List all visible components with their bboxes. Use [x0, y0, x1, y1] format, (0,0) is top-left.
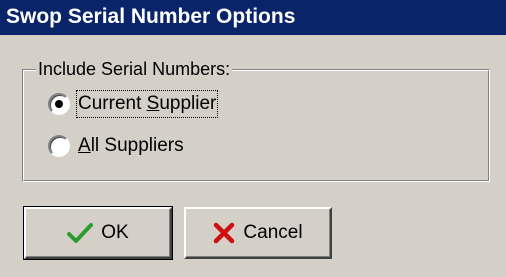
groupbox-label: Include Serial Numbers: — [36, 58, 233, 80]
radio-button[interactable] — [48, 135, 70, 157]
radio-current-supplier-label[interactable]: Current Supplier — [75, 90, 219, 118]
label-mnemonic: A — [78, 135, 91, 156]
radio-button[interactable] — [48, 93, 70, 115]
serial-numbers-groupbox — [22, 69, 490, 182]
window-title: Swop Serial Number Options — [6, 5, 296, 28]
radio-all-suppliers-label[interactable]: All Suppliers — [78, 134, 184, 158]
title-bar[interactable]: Swop Serial Number Options — [0, 0, 506, 35]
radio-all-suppliers[interactable]: All Suppliers — [48, 133, 184, 159]
label-part: ll Suppliers — [90, 135, 184, 156]
label-part: upplier — [159, 93, 217, 114]
ok-button[interactable]: OK — [23, 206, 173, 260]
cancel-button[interactable]: Cancel — [184, 207, 332, 259]
cancel-button-label: Cancel — [243, 222, 303, 243]
radio-current-supplier[interactable]: Current Supplier — [48, 90, 219, 118]
label-mnemonic: S — [146, 93, 160, 114]
ok-button-label: OK — [101, 222, 129, 243]
label-part: Current — [78, 93, 147, 114]
check-icon — [67, 223, 94, 243]
dialog-window: Swop Serial Number Options Include Seria… — [0, 0, 506, 277]
radio-selected-dot — [55, 100, 63, 108]
x-icon — [214, 222, 235, 244]
